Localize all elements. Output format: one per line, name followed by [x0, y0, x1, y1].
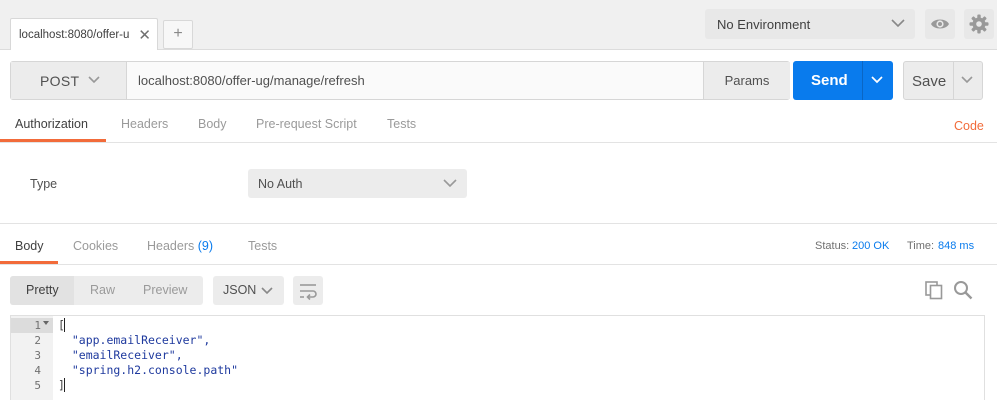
- chevron-down-icon: [261, 287, 273, 295]
- tab-authorization[interactable]: Authorization: [15, 117, 88, 131]
- request-tabs: Authorization Headers Body Pre-request S…: [0, 108, 997, 143]
- format-select[interactable]: JSON: [213, 276, 284, 305]
- save-button[interactable]: Save: [903, 61, 983, 100]
- request-tab[interactable]: localhost:8080/offer-u ✕: [10, 18, 158, 50]
- new-tab-button[interactable]: +: [163, 20, 193, 49]
- tab-response-headers-label: Headers: [147, 239, 195, 253]
- raw-button[interactable]: Raw: [90, 283, 115, 297]
- format-select-value: JSON: [223, 283, 257, 297]
- eye-icon: [931, 19, 949, 29]
- search-icon[interactable]: [953, 280, 973, 300]
- settings-button[interactable]: [964, 9, 994, 39]
- line-number: 3: [34, 349, 41, 362]
- auth-type-value: No Auth: [258, 177, 303, 191]
- response-body-viewer[interactable]: 1 2 3 4 5 [ "app.emailReceiver", "emailR…: [10, 315, 985, 400]
- code-line: "spring.h2.console.path": [58, 363, 239, 377]
- chevron-down-icon[interactable]: [871, 75, 883, 84]
- tab-headers[interactable]: Headers: [121, 117, 168, 131]
- close-tab-icon[interactable]: ✕: [138, 26, 151, 44]
- wrap-lines-icon: [300, 284, 317, 301]
- wrap-lines-button[interactable]: [293, 276, 323, 305]
- status-label: Status:: [815, 240, 850, 252]
- line-number: 4: [34, 364, 41, 377]
- send-button[interactable]: Send: [793, 61, 893, 100]
- view-mode-group: Pretty Raw Preview: [10, 276, 203, 305]
- tab-response-tests[interactable]: Tests: [248, 239, 277, 253]
- tab-tests[interactable]: Tests: [387, 117, 416, 131]
- headers-count-badge: (9): [197, 239, 214, 253]
- code-line: "app.emailReceiver",: [58, 333, 211, 347]
- save-split-divider: [953, 62, 954, 99]
- tab-body[interactable]: Body: [198, 117, 227, 131]
- code-link[interactable]: Code: [954, 119, 984, 133]
- tab-cookies[interactable]: Cookies: [73, 239, 118, 253]
- status-value: 200 OK: [852, 240, 890, 252]
- save-button-label: Save: [912, 73, 947, 90]
- send-button-label: Send: [811, 72, 848, 89]
- method-select-value: POST: [40, 73, 80, 89]
- chevron-down-icon[interactable]: [961, 75, 973, 84]
- auth-type-label: Type: [30, 177, 58, 191]
- environment-select[interactable]: No Environment: [705, 9, 915, 39]
- eye-button[interactable]: [925, 9, 955, 39]
- active-tab-indicator: [0, 139, 106, 142]
- auth-type-select[interactable]: No Auth: [248, 169, 467, 198]
- tab-strip: localhost:8080/offer-u ✕ + No Environmen…: [0, 0, 997, 50]
- line-number: 1: [34, 319, 41, 332]
- environment-select-value: No Environment: [717, 17, 811, 32]
- active-response-tab-indicator: [0, 261, 58, 264]
- request-tab-label: localhost:8080/offer-u: [19, 29, 130, 41]
- chevron-down-icon: [88, 76, 100, 84]
- time-label: Time:: [907, 240, 935, 252]
- tab-pre-request-script[interactable]: Pre-request Script: [256, 117, 357, 131]
- line-number: 2: [34, 334, 41, 347]
- code-line: "emailReceiver",: [58, 348, 183, 362]
- time-value: 848 ms: [938, 240, 975, 252]
- url-bar: POST Params: [10, 61, 790, 100]
- chevron-down-icon: [443, 179, 457, 188]
- params-button[interactable]: Params: [703, 62, 790, 99]
- url-input[interactable]: [128, 62, 703, 99]
- text-cursor: [64, 318, 65, 332]
- pretty-button[interactable]: Pretty: [26, 283, 59, 297]
- fold-arrow-icon[interactable]: [43, 321, 49, 326]
- tab-response-headers[interactable]: Headers (9): [147, 239, 213, 253]
- method-select[interactable]: POST: [11, 62, 127, 99]
- text-cursor: [64, 378, 65, 392]
- send-split-divider: [862, 61, 863, 100]
- copy-icon[interactable]: [924, 280, 944, 300]
- line-number: 5: [34, 379, 41, 392]
- chevron-down-icon: [891, 19, 905, 28]
- gear-icon: [969, 14, 989, 34]
- preview-button[interactable]: Preview: [143, 283, 187, 297]
- tab-response-body[interactable]: Body: [15, 239, 44, 253]
